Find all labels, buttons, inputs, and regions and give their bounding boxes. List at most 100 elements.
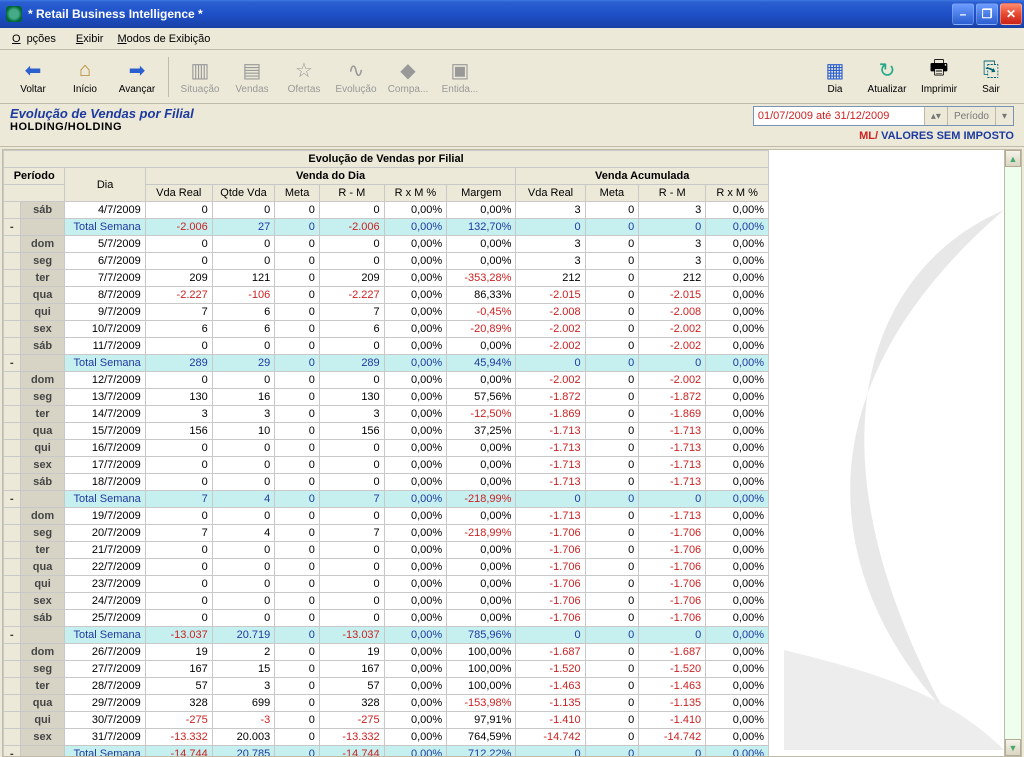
table-row[interactable]: qua29/7/200932869903280,00%-153,98%-1.13… xyxy=(4,695,769,712)
cell-arm: -1.872 xyxy=(639,389,706,406)
table-row[interactable]: -Total Semana-13.03720.7190-13.0370,00%7… xyxy=(4,627,769,644)
cell-ame: 0 xyxy=(585,559,639,576)
table-row[interactable]: dom19/7/200900000,00%0,00%-1.7130-1.7130… xyxy=(4,508,769,525)
scroll-track[interactable] xyxy=(1005,167,1021,739)
data-grid[interactable]: Evolução de Vendas por Filial Período Di… xyxy=(3,150,769,756)
table-row[interactable]: qua15/7/20091561001560,00%37,25%-1.7130-… xyxy=(4,423,769,440)
date-range-box[interactable]: ▴▾ Período ▾ xyxy=(753,106,1014,126)
expand-toggle[interactable]: - xyxy=(4,491,21,508)
menu-exibir[interactable]: Exibir xyxy=(70,31,110,47)
table-row[interactable]: seg13/7/20091301601300,00%57,56%-1.8720-… xyxy=(4,389,769,406)
cell-rx: 0,00% xyxy=(384,746,447,757)
cell-mg: 132,70% xyxy=(447,219,516,236)
col-ameta[interactable]: Meta xyxy=(585,185,639,202)
arrow-right-icon: ➡ xyxy=(125,58,149,82)
cell-dia: 24/7/2009 xyxy=(65,593,145,610)
chevron-down-icon[interactable]: ▾ xyxy=(995,107,1013,125)
home-button[interactable]: ⌂Início xyxy=(60,53,110,101)
cell-arm: -1.869 xyxy=(639,406,706,423)
table-row[interactable]: sex24/7/200900000,00%0,00%-1.7060-1.7060… xyxy=(4,593,769,610)
col-rm[interactable]: R - M xyxy=(319,185,384,202)
expand-toggle[interactable]: - xyxy=(4,627,21,644)
row-dow: qui xyxy=(20,712,65,729)
scroll-up-icon[interactable]: ▲ xyxy=(1005,150,1021,167)
col-margem[interactable]: Margem xyxy=(447,185,516,202)
cell-avr: -1.135 xyxy=(516,695,585,712)
spin-icon[interactable]: ▴▾ xyxy=(924,107,947,125)
date-range-input[interactable] xyxy=(754,108,924,124)
minimize-button[interactable]: – xyxy=(952,3,974,25)
cell-me: 0 xyxy=(275,746,320,757)
table-row[interactable]: dom12/7/200900000,00%0,00%-2.0020-2.0020… xyxy=(4,372,769,389)
cell-mg: 0,00% xyxy=(447,457,516,474)
cell-arm: -1.706 xyxy=(639,542,706,559)
table-row[interactable]: qui16/7/200900000,00%0,00%-1.7130-1.7130… xyxy=(4,440,769,457)
cell-mg: 100,00% xyxy=(447,661,516,678)
table-row[interactable]: qua8/7/2009-2.227-1060-2.2270,00%86,33%-… xyxy=(4,287,769,304)
table-row[interactable]: ter28/7/20095730570,00%100,00%-1.4630-1.… xyxy=(4,678,769,695)
col-meta[interactable]: Meta xyxy=(275,185,320,202)
table-row[interactable]: seg20/7/200974070,00%-218,99%-1.7060-1.7… xyxy=(4,525,769,542)
table-row[interactable]: seg6/7/200900000,00%0,00%3030,00% xyxy=(4,253,769,270)
table-row[interactable]: -Total Semana-2.006270-2.0060,00%132,70%… xyxy=(4,219,769,236)
period-label: Período xyxy=(947,107,995,125)
expand-toggle[interactable]: - xyxy=(4,355,21,372)
col-arxm[interactable]: R x M % xyxy=(706,185,769,202)
expand-toggle[interactable]: - xyxy=(4,746,21,757)
menu-modos[interactable]: Modos de Exibição xyxy=(111,31,216,47)
table-row[interactable]: ter14/7/200933030,00%-12,50%-1.8690-1.86… xyxy=(4,406,769,423)
row-dow: sáb xyxy=(20,474,65,491)
cell-rm: 0 xyxy=(319,610,384,627)
cell-arm: -1.706 xyxy=(639,525,706,542)
close-button[interactable]: ✕ xyxy=(1000,3,1022,25)
table-row[interactable]: qui23/7/200900000,00%0,00%-1.7060-1.7060… xyxy=(4,576,769,593)
atualizar-button[interactable]: ↻Atualizar xyxy=(862,53,912,101)
menu-opcoes[interactable]: Opções xyxy=(6,31,68,47)
situacao-button: ▥Situação xyxy=(175,53,225,101)
cell-ame: 0 xyxy=(585,644,639,661)
expand-toggle xyxy=(4,457,21,474)
cell-rx: 0,00% xyxy=(384,729,447,746)
tag-icon: ☆ xyxy=(292,58,316,82)
back-button[interactable]: ⬅Voltar xyxy=(8,53,58,101)
table-row[interactable]: sáb18/7/200900000,00%0,00%-1.7130-1.7130… xyxy=(4,474,769,491)
vertical-scrollbar[interactable]: ▲ ▼ xyxy=(1004,150,1021,756)
table-row[interactable]: seg27/7/20091671501670,00%100,00%-1.5200… xyxy=(4,661,769,678)
table-row[interactable]: ter7/7/200920912102090,00%-353,28%212021… xyxy=(4,270,769,287)
expand-toggle[interactable]: - xyxy=(4,219,21,236)
forward-button[interactable]: ➡Avançar xyxy=(112,53,162,101)
table-row[interactable]: sáb11/7/200900000,00%0,00%-2.0020-2.0020… xyxy=(4,338,769,355)
expand-toggle xyxy=(4,202,21,219)
table-row[interactable]: ter21/7/200900000,00%0,00%-1.7060-1.7060… xyxy=(4,542,769,559)
table-row[interactable]: sáb25/7/200900000,00%0,00%-1.7060-1.7060… xyxy=(4,610,769,627)
table-row[interactable]: sex31/7/2009-13.33220.0030-13.3320,00%76… xyxy=(4,729,769,746)
table-row[interactable]: qui30/7/2009-275-30-2750,00%97,91%-1.410… xyxy=(4,712,769,729)
cell-me: 0 xyxy=(275,576,320,593)
table-row[interactable]: dom26/7/20091920190,00%100,00%-1.6870-1.… xyxy=(4,644,769,661)
col-dia[interactable]: Dia xyxy=(65,168,145,202)
maximize-button[interactable]: ❐ xyxy=(976,3,998,25)
row-dow: sex xyxy=(20,729,65,746)
cell-arx: 0,00% xyxy=(706,695,769,712)
table-row[interactable]: sex17/7/200900000,00%0,00%-1.7130-1.7130… xyxy=(4,457,769,474)
dia-button[interactable]: ▦Dia xyxy=(810,53,860,101)
col-vdareal[interactable]: Vda Real xyxy=(145,185,212,202)
cell-me: 0 xyxy=(275,525,320,542)
table-row[interactable]: -Total Semana74070,00%-218,99%0000,00% xyxy=(4,491,769,508)
table-row[interactable]: sex10/7/200966060,00%-20,89%-2.0020-2.00… xyxy=(4,321,769,338)
col-arm[interactable]: R - M xyxy=(639,185,706,202)
table-row[interactable]: -Total Semana-14.74420.7850-14.7440,00%7… xyxy=(4,746,769,757)
table-row[interactable]: sáb4/7/200900000,00%0,00%3030,00% xyxy=(4,202,769,219)
col-qtde[interactable]: Qtde Vda xyxy=(212,185,275,202)
col-avdareal[interactable]: Vda Real xyxy=(516,185,585,202)
cell-qv: 20.785 xyxy=(212,746,275,757)
table-row[interactable]: -Total Semana2892902890,00%45,94%0000,00… xyxy=(4,355,769,372)
table-row[interactable]: qui9/7/200976070,00%-0,45%-2.0080-2.0080… xyxy=(4,304,769,321)
table-row[interactable]: qua22/7/200900000,00%0,00%-1.7060-1.7060… xyxy=(4,559,769,576)
imprimir-button[interactable]: 🖶Imprimir xyxy=(914,53,964,101)
table-row[interactable]: dom5/7/200900000,00%0,00%3030,00% xyxy=(4,236,769,253)
scroll-down-icon[interactable]: ▼ xyxy=(1005,739,1021,756)
sair-button[interactable]: ⎘Sair xyxy=(966,53,1016,101)
col-rxm[interactable]: R x M % xyxy=(384,185,447,202)
cell-mg: 86,33% xyxy=(447,287,516,304)
